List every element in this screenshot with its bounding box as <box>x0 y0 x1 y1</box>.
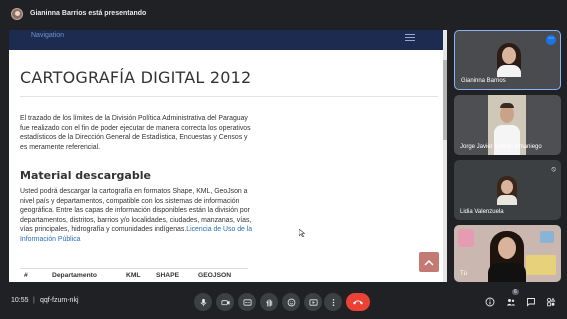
mic-off-icon: ⦸ <box>551 166 556 173</box>
chevron-up-icon <box>424 259 434 266</box>
more-vertical-icon <box>332 298 334 306</box>
present-screen-icon <box>308 298 318 306</box>
presenter-status-text: Gianinna Barrios está presentando <box>30 10 147 17</box>
presenter-bar: Gianinna Barrios está presentando <box>0 0 567 30</box>
participant-tile-gianinna[interactable]: ⋯ Gianinna Barrios <box>454 30 561 90</box>
column-header-departamento: Departamento <box>52 272 97 279</box>
camera-icon <box>220 299 230 305</box>
microphone-icon <box>200 298 206 306</box>
participant-name: Lidia Valenzuela <box>460 209 504 215</box>
self-video <box>454 225 561 282</box>
column-header-kml: KML <box>126 272 141 279</box>
download-table-header: # Departamento KML SHAPE GEOJSON <box>20 268 248 282</box>
chat-button[interactable] <box>526 297 536 307</box>
participant-name: Gianinna Barrios <box>461 78 506 84</box>
people-icon <box>506 299 516 306</box>
more-options-icon[interactable]: ⋯ <box>546 35 556 45</box>
microphone-button[interactable] <box>194 293 212 311</box>
activities-button[interactable] <box>546 297 556 307</box>
activities-icon <box>546 297 556 307</box>
mouse-cursor-icon <box>299 229 305 237</box>
raise-hand-button[interactable] <box>260 293 278 311</box>
participant-name: Tú <box>460 271 468 277</box>
present-screen-button[interactable] <box>304 293 322 311</box>
people-button[interactable] <box>506 297 516 307</box>
meeting-code: qqf-fzum-nkj <box>40 297 79 304</box>
scroll-to-top-button[interactable] <box>419 252 439 272</box>
page-title: CARTOGRAFÍA DIGITAL 2012 <box>20 68 252 87</box>
site-nav-bar: Navigation <box>9 30 443 50</box>
captions-icon <box>242 298 252 306</box>
people-count-badge: 6 <box>512 289 519 295</box>
leave-call-button[interactable] <box>346 293 370 311</box>
meeting-control-bar: 10:55 | qqf-fzum-nkj 6 <box>0 286 567 319</box>
reactions-button[interactable] <box>282 293 300 311</box>
phone-hangup-icon <box>353 300 363 305</box>
participant-name: Jorge Javier Galván Amaniego <box>460 144 542 150</box>
info-icon <box>485 297 495 307</box>
intro-paragraph: El trazado de los límites de la División… <box>20 115 251 151</box>
clock-time: 10:55 <box>11 297 29 304</box>
camera-button[interactable] <box>216 293 234 311</box>
chat-icon <box>527 298 535 307</box>
hamburger-menu-icon[interactable] <box>405 34 415 42</box>
page-scrollbar-thumb[interactable] <box>443 60 447 140</box>
participant-avatar <box>492 175 522 205</box>
download-description: Usted podrá descargar la cartografía en … <box>20 187 260 244</box>
meeting-details-button[interactable] <box>485 297 495 307</box>
column-header-geojson: GEOJSON <box>198 272 232 279</box>
nav-label[interactable]: Navigation <box>31 32 64 39</box>
participant-tile-lidia[interactable]: ⦸ Lidia Valenzuela <box>454 160 561 220</box>
participant-video <box>493 41 525 77</box>
column-header-number: # <box>24 272 28 279</box>
shared-screen: Navigation CARTOGRAFÍA DIGITAL 2012 El t… <box>9 30 447 282</box>
column-header-shape: SHAPE <box>156 272 180 279</box>
captions-button[interactable] <box>238 293 256 311</box>
participant-tile-self[interactable]: Tú <box>454 225 561 282</box>
page-scrollbar[interactable] <box>443 30 447 282</box>
presenter-avatar <box>11 8 23 20</box>
hand-icon <box>265 298 272 307</box>
separator: | <box>33 297 35 304</box>
participant-tile-jorge[interactable]: Jorge Javier Galván Amaniego <box>454 95 561 155</box>
title-divider <box>20 96 438 97</box>
section-title: Material descargable <box>20 169 151 182</box>
more-options-button[interactable] <box>324 293 342 311</box>
emoji-icon <box>287 298 295 306</box>
